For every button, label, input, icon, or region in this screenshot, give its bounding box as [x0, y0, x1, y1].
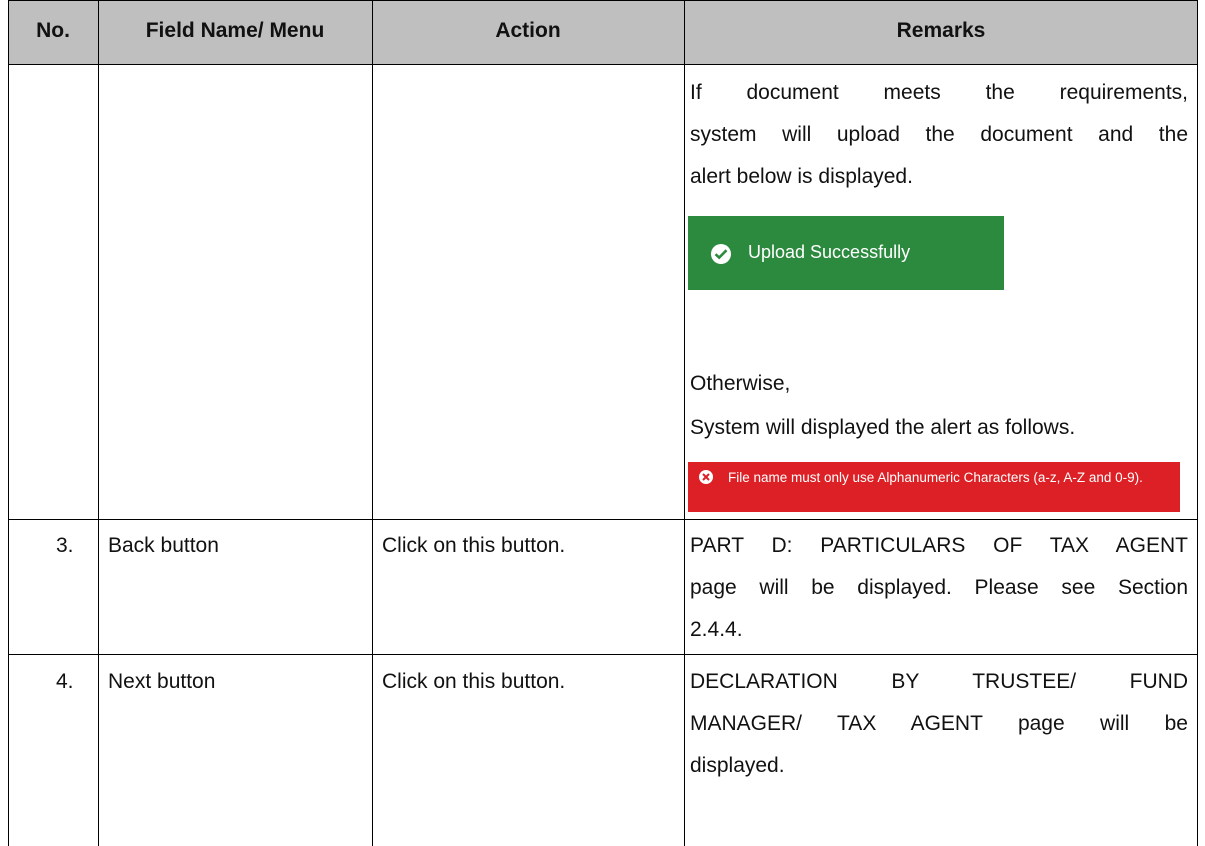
- remark-line: 2.4.4.: [690, 618, 743, 641]
- header-action-label: Action: [495, 19, 561, 42]
- success-alert: Upload Successfully: [688, 216, 1004, 290]
- remark-line: Otherwise,: [690, 372, 791, 395]
- row4-field: Next button: [108, 670, 216, 693]
- remark-line: system will upload the document and the: [690, 123, 1188, 146]
- header-no-label: No.: [36, 19, 70, 42]
- row3-field: Back button: [108, 534, 219, 557]
- row4-action: Click on this button.: [382, 670, 566, 693]
- header-field: Field Name/ Menu: [98, 0, 372, 64]
- table-rule: [8, 0, 1198, 1]
- remark-line: DECLARATION BY TRUSTEE/ FUND: [690, 670, 1188, 693]
- header-field-label: Field Name/ Menu: [145, 19, 325, 42]
- remark-continued: If document meets the requirements, syst…: [690, 72, 1188, 198]
- remark-line: displayed.: [690, 754, 785, 777]
- remark-line: alert below is displayed.: [690, 165, 913, 188]
- error-alert: File name must only use Alphanumeric Cha…: [688, 462, 1180, 512]
- table-rule: [8, 0, 9, 846]
- error-alert-text: File name must only use Alphanumeric Cha…: [728, 470, 1143, 485]
- success-alert-text: Upload Successfully: [748, 242, 911, 262]
- remark-line: PART D: PARTICULARS OF TAX AGENT: [690, 534, 1188, 557]
- table-rule: [8, 654, 1198, 655]
- row4-no: 4.: [56, 670, 74, 693]
- header-no: No.: [8, 0, 98, 64]
- table-rule: [684, 0, 685, 846]
- remark-line: If document meets the requirements,: [690, 81, 1188, 104]
- header-remarks: Remarks: [684, 0, 1198, 64]
- row3-remarks: PART D: PARTICULARS OF TAX AGENT page wi…: [690, 525, 1188, 651]
- table-rule: [1197, 0, 1198, 846]
- table-rule: [8, 64, 1198, 65]
- remark-line: page will be displayed. Please see Secti…: [690, 576, 1188, 599]
- remark-line: MANAGER/ TAX AGENT page will be: [690, 712, 1188, 735]
- remark-otherwise: Otherwise, System will displayed the ale…: [690, 362, 1188, 450]
- header-action: Action: [372, 0, 684, 64]
- row4-remarks: DECLARATION BY TRUSTEE/ FUND MANAGER/ TA…: [690, 661, 1188, 787]
- table-rule: [8, 519, 1198, 520]
- table-rule: [372, 0, 373, 846]
- row3-action: Click on this button.: [382, 534, 566, 557]
- instructions-table: No. Field Name/ Menu Action Remarks If d…: [8, 0, 1198, 846]
- remark-line: System will displayed the alert as follo…: [690, 416, 1076, 439]
- x-circle-icon: [699, 470, 713, 484]
- row3-no: 3.: [56, 534, 74, 557]
- check-circle-icon: [711, 244, 731, 264]
- table-rule: [98, 0, 99, 846]
- header-remarks-label: Remarks: [896, 19, 986, 42]
